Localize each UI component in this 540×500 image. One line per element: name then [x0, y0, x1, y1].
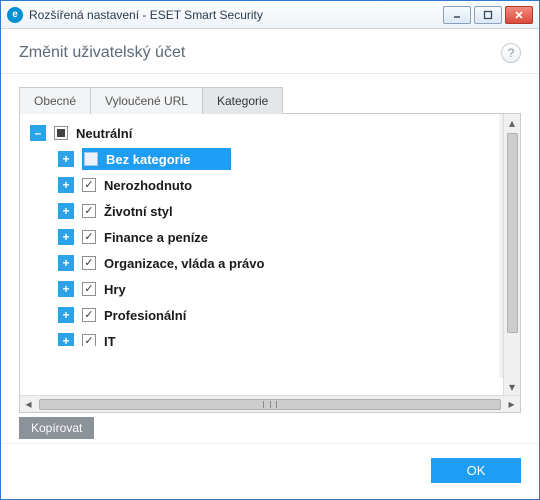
- expand-icon[interactable]: [58, 229, 74, 245]
- app-icon: e: [7, 7, 23, 23]
- tab-bar: Obecné Vyloučené URL Kategorie: [19, 87, 521, 114]
- scroll-right-arrow-icon[interactable]: ▸: [503, 396, 520, 412]
- tree-item-label: Finance a peníze: [104, 230, 208, 245]
- tree-item-label: Organizace, vláda a právo: [104, 256, 264, 271]
- tab-categories[interactable]: Kategorie: [202, 87, 283, 114]
- page-title: Změnit uživatelský účet: [19, 44, 501, 62]
- collapse-icon[interactable]: [30, 125, 46, 141]
- expand-icon[interactable]: [58, 151, 74, 167]
- window-controls: [443, 6, 533, 24]
- tree-panel: Neutrální Bez kategorie Nerozhodnuto: [19, 113, 521, 413]
- maximize-button[interactable]: [474, 6, 502, 24]
- expand-icon[interactable]: [58, 177, 74, 193]
- tab-general[interactable]: Obecné: [19, 87, 91, 114]
- content-area: Obecné Vyloučené URL Kategorie Neutrální: [1, 74, 539, 443]
- tree-root-label: Neutrální: [76, 126, 132, 141]
- expand-icon[interactable]: [58, 281, 74, 297]
- scroll-up-arrow-icon[interactable]: ▴: [504, 114, 520, 131]
- scroll-thumb[interactable]: [39, 399, 501, 410]
- help-button[interactable]: ?: [501, 43, 521, 63]
- scroll-down-arrow-icon[interactable]: ▾: [504, 378, 520, 395]
- checkbox[interactable]: [82, 204, 96, 218]
- category-tree: Neutrální Bez kategorie Nerozhodnuto: [20, 114, 503, 395]
- tree-item-label: Hry: [104, 282, 126, 297]
- tree-item-label: Profesionální: [104, 308, 186, 323]
- tree-item[interactable]: Životní styl: [26, 198, 503, 224]
- tree-item[interactable]: Profesionální: [26, 302, 503, 328]
- titlebar[interactable]: e Rozšířená nastavení - ESET Smart Secur…: [1, 1, 539, 29]
- horizontal-scrollbar[interactable]: ◂ ▸: [20, 395, 520, 412]
- window-frame: e Rozšířená nastavení - ESET Smart Secur…: [0, 0, 540, 500]
- tree-item[interactable]: Nerozhodnuto: [26, 172, 503, 198]
- tree-item[interactable]: Hry: [26, 276, 503, 302]
- close-button[interactable]: [505, 6, 533, 24]
- tree-item-label: Životní styl: [104, 204, 173, 219]
- scroll-thumb[interactable]: [507, 133, 518, 333]
- tree-item[interactable]: IT: [26, 328, 503, 346]
- expand-icon[interactable]: [58, 333, 74, 346]
- tree-item[interactable]: Bez kategorie: [26, 146, 503, 172]
- checkbox[interactable]: [82, 178, 96, 192]
- tree-item-label: Bez kategorie: [106, 152, 191, 167]
- checkbox-indeterminate[interactable]: [54, 126, 68, 140]
- footer: OK: [1, 443, 539, 499]
- checkbox[interactable]: [82, 334, 96, 346]
- checkbox[interactable]: [84, 152, 98, 166]
- page-header: Změnit uživatelský účet ?: [1, 29, 539, 74]
- tree-item-label: Nerozhodnuto: [104, 178, 192, 193]
- copy-button[interactable]: Kopírovat: [19, 417, 94, 439]
- scroll-left-arrow-icon[interactable]: ◂: [20, 396, 37, 412]
- checkbox[interactable]: [82, 308, 96, 322]
- tab-excluded-url[interactable]: Vyloučené URL: [90, 87, 203, 114]
- expand-icon[interactable]: [58, 203, 74, 219]
- tree-item[interactable]: Organizace, vláda a právo: [26, 250, 503, 276]
- tree-item-label: IT: [104, 334, 116, 347]
- window-title: Rozšířená nastavení - ESET Smart Securit…: [29, 8, 443, 22]
- checkbox[interactable]: [82, 256, 96, 270]
- expand-icon[interactable]: [58, 255, 74, 271]
- tree-root-row[interactable]: Neutrální: [26, 120, 503, 146]
- expand-icon[interactable]: [58, 307, 74, 323]
- tree-item[interactable]: Finance a peníze: [26, 224, 503, 250]
- vertical-scrollbar[interactable]: ▴ ▾: [503, 114, 520, 395]
- checkbox[interactable]: [82, 230, 96, 244]
- checkbox[interactable]: [82, 282, 96, 296]
- minimize-button[interactable]: [443, 6, 471, 24]
- ok-button[interactable]: OK: [431, 458, 521, 483]
